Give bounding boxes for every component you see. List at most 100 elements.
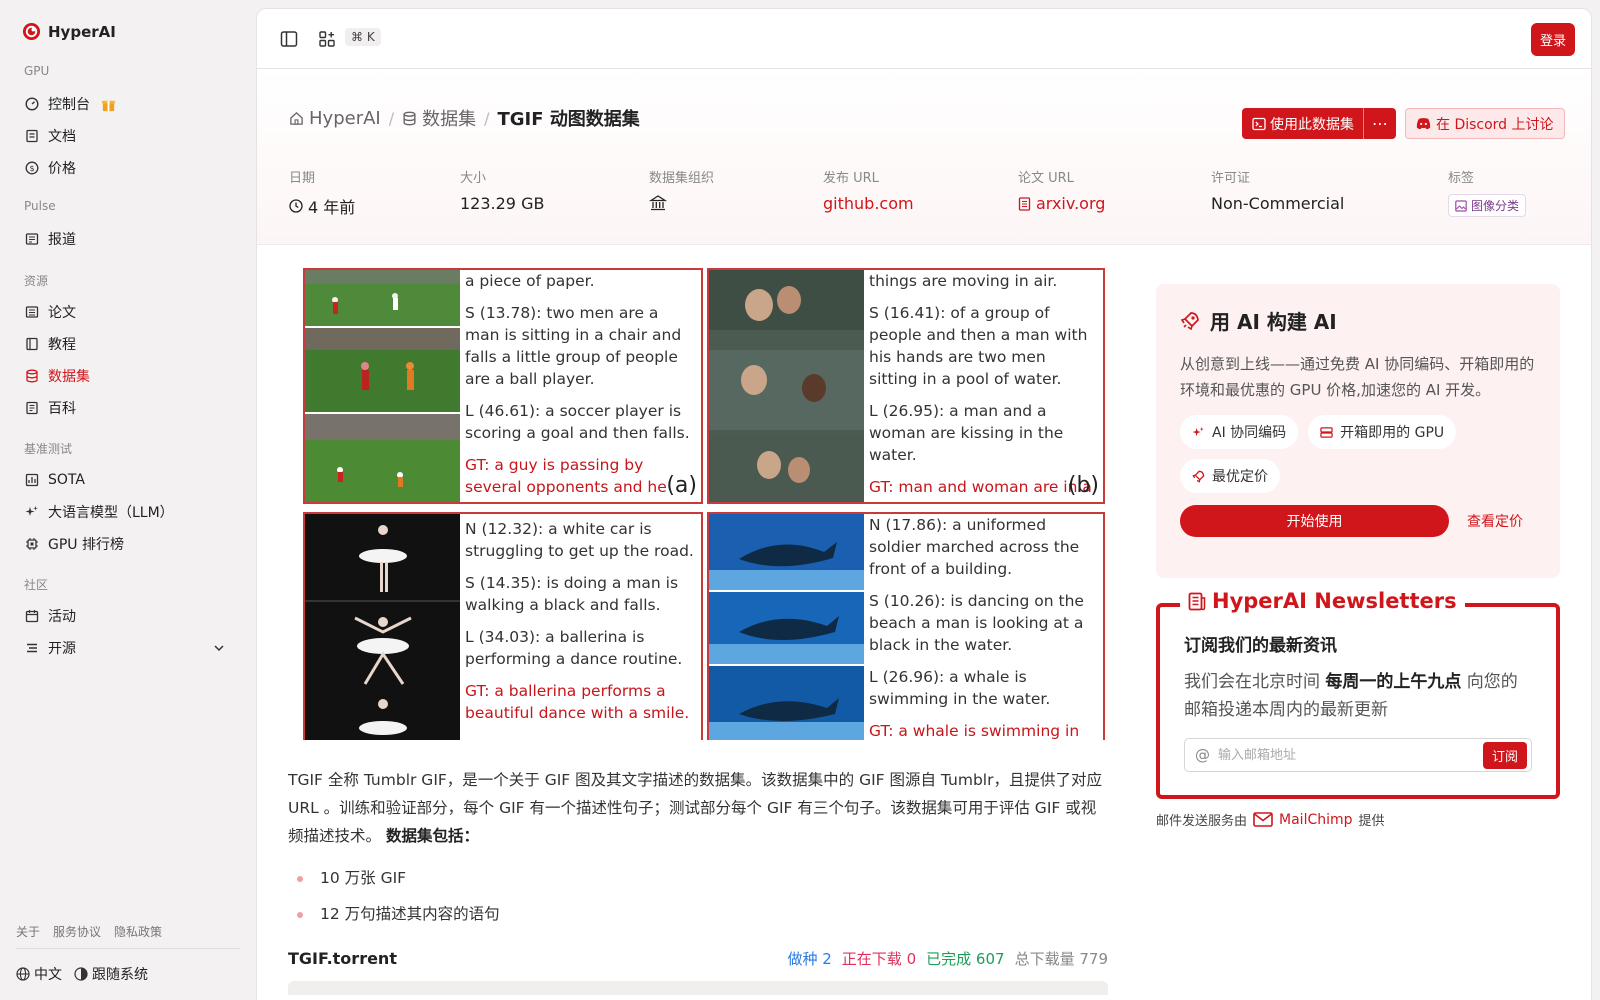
meta-organization: 数据集组织 bbox=[649, 167, 714, 212]
dataset-header: HyperAI / 数据集 / TGIF 动图数据集 使用此数据集 ⋯ 在 Di… bbox=[257, 69, 1591, 245]
login-button[interactable]: 登录 bbox=[1530, 23, 1575, 56]
ai-feature-chips: AI 协同编码 开箱即用的 GPU 最优定价 bbox=[1180, 415, 1520, 493]
sidebar-item-docs[interactable]: 文档 bbox=[16, 122, 238, 150]
mailchimp-pre: 邮件发送服务由 bbox=[1156, 814, 1248, 829]
use-dataset-label: 使用此数据集 bbox=[1270, 116, 1354, 133]
price-icon: $ bbox=[25, 161, 39, 175]
discord-label: 在 Discord 上讨论 bbox=[1436, 116, 1554, 133]
language-switch[interactable]: 中文 bbox=[16, 964, 62, 984]
sidebar-item-tutorials[interactable]: 教程 bbox=[16, 330, 238, 358]
nav-section-benchmarks: 基准测试 bbox=[24, 442, 73, 456]
sidebar-item-console[interactable]: 控制台 bbox=[16, 90, 238, 118]
brand[interactable]: HyperAI bbox=[22, 22, 116, 41]
soccer-frames bbox=[305, 270, 460, 502]
sidebar-item-label: 活动 bbox=[48, 609, 76, 625]
view-pricing-link[interactable]: 查看定价 bbox=[1467, 511, 1523, 531]
database-icon bbox=[26, 369, 38, 383]
caption-line: S (14.35): is doing a man is walking a b… bbox=[465, 574, 679, 614]
meta-paper-url-label: 论文 URL bbox=[1018, 171, 1074, 186]
sidebar-item-label: GPU 排行榜 bbox=[48, 537, 124, 553]
list-item: 12 万句描述其内容的语句 bbox=[288, 900, 1108, 936]
sidebar-toggle-icon[interactable] bbox=[279, 29, 299, 49]
sidebar-item-events[interactable]: 活动 bbox=[16, 602, 238, 630]
start-button[interactable]: 开始使用 bbox=[1180, 505, 1449, 537]
feature-chip-label: AI 协同编码 bbox=[1212, 425, 1287, 441]
newsletter-text-pre: 我们会在北京时间 bbox=[1184, 672, 1326, 692]
panel-a-text: a piece of paper. S (13.78): two men are… bbox=[465, 270, 697, 502]
breadcrumb-home[interactable]: HyperAI bbox=[289, 108, 381, 129]
wiki-icon bbox=[26, 401, 38, 415]
breadcrumb-datasets[interactable]: 数据集 bbox=[402, 105, 476, 131]
dashboard-icon bbox=[25, 97, 39, 111]
caption-gt-line: GT: a guy is passing by several opponent… bbox=[465, 456, 667, 502]
email-input[interactable] bbox=[1218, 747, 1475, 763]
caption-line: L (26.96): a whale is swimming in the wa… bbox=[869, 668, 1051, 708]
caption-line: L (26.95): a man and a woman are kissing… bbox=[869, 402, 1064, 464]
release-url-link[interactable]: github.com bbox=[823, 194, 914, 213]
feature-chip: AI 协同编码 bbox=[1180, 415, 1299, 449]
torrent-name[interactable]: TGIF.torrent bbox=[288, 949, 397, 968]
panel-label: (b) bbox=[1067, 473, 1099, 498]
theme-label: 跟随系统 bbox=[92, 967, 148, 983]
tag-chip[interactable]: 图像分类 bbox=[1448, 194, 1527, 217]
sidebar-item-wiki[interactable]: 百科 bbox=[16, 394, 238, 422]
sparkle-icon bbox=[1192, 426, 1204, 436]
sidebar-item-papers[interactable]: 论文 bbox=[16, 298, 238, 326]
sidebar-item-label: 百科 bbox=[48, 401, 76, 417]
ai-card-description: 从创意到上线——通过免费 AI 协同编码、开箱即用的环境和最优惠的 GPU 价格… bbox=[1180, 355, 1535, 399]
list-icon bbox=[27, 643, 37, 653]
globe-icon bbox=[16, 967, 30, 981]
search-shortcut[interactable]: ⌘ K bbox=[345, 28, 381, 46]
sparkle-icon bbox=[25, 506, 38, 516]
apps-icon[interactable] bbox=[317, 29, 337, 49]
sidebar-item-label: 文档 bbox=[48, 129, 76, 145]
figure-panel-d: N (17.86): a uniformed soldier marched a… bbox=[707, 512, 1105, 740]
page-title: TGIF 动图数据集 bbox=[497, 109, 640, 130]
done-count: 607 bbox=[975, 950, 1005, 968]
sidebar-item-gpu-leaderboard[interactable]: GPU 排行榜 bbox=[16, 530, 238, 558]
rocket-icon bbox=[1180, 311, 1199, 330]
chevron-down-icon[interactable] bbox=[212, 641, 226, 655]
breadcrumb-separator: / bbox=[484, 108, 490, 128]
subscribe-button[interactable]: 订阅 bbox=[1482, 741, 1527, 769]
sidebar-item-datasets[interactable]: 数据集 bbox=[16, 362, 238, 390]
dataset-contents-list: 10 万张 GIF 12 万句描述其内容的语句 bbox=[288, 864, 1108, 936]
lake-frames bbox=[709, 270, 864, 502]
torrent-stats: 做种 2 正在下载 0 已完成 607 总下载量 779 bbox=[787, 948, 1108, 969]
meta-license-label: 许可证 bbox=[1211, 171, 1251, 186]
sidebar-item-news[interactable]: 报道 bbox=[16, 225, 238, 253]
nav-section-community: 社区 bbox=[24, 578, 49, 592]
sidebar-item-sota[interactable]: SOTA bbox=[16, 466, 238, 494]
institution-icon bbox=[649, 195, 667, 211]
sidebar-bottom: 中文 跟随系统 bbox=[16, 964, 148, 984]
whale-image bbox=[709, 514, 864, 740]
sidebar-item-pricing[interactable]: $ 价格 bbox=[16, 154, 238, 182]
discord-discuss-button[interactable]: 在 Discord 上讨论 bbox=[1405, 108, 1565, 139]
meta-date-label: 日期 bbox=[289, 171, 316, 186]
sidebar-item-open-source[interactable]: 开源 bbox=[16, 634, 238, 662]
chart-icon bbox=[25, 473, 39, 487]
privacy-link[interactable]: 隐私政策 bbox=[114, 923, 162, 940]
panel-c-text: N (12.32): a white car is struggling to … bbox=[465, 518, 697, 734]
sidebar-item-label: 开源 bbox=[48, 641, 76, 657]
terms-link[interactable]: 服务协议 bbox=[53, 923, 101, 940]
brand-name: HyperAI bbox=[48, 22, 116, 41]
sidebar-item-label: 价格 bbox=[48, 161, 76, 177]
panel-d-text: N (17.86): a uniformed soldier marched a… bbox=[869, 514, 1099, 740]
paper-url-link[interactable]: arxiv.org bbox=[1018, 194, 1105, 213]
more-options-button[interactable]: ⋯ bbox=[1363, 108, 1396, 139]
mailchimp-link[interactable]: MailChimp bbox=[1279, 812, 1353, 828]
meta-tags-label: 标签 bbox=[1448, 171, 1475, 186]
soccer-image bbox=[305, 270, 460, 502]
caption-gt-line: GT: man and woman are in a lake and hugg… bbox=[869, 478, 1095, 502]
language-label: 中文 bbox=[34, 967, 62, 983]
caption-line: a piece of paper. bbox=[465, 272, 595, 290]
nav-section-gpu: GPU bbox=[24, 64, 50, 78]
sidebar-item-llm[interactable]: 大语言模型（LLM） bbox=[16, 498, 238, 526]
theme-switch[interactable]: 跟随系统 bbox=[74, 964, 148, 984]
about-link[interactable]: 关于 bbox=[16, 923, 40, 940]
hyperai-logo-icon bbox=[22, 22, 41, 41]
file-icon bbox=[1018, 196, 1031, 211]
use-dataset-button[interactable]: 使用此数据集 bbox=[1242, 108, 1364, 139]
caption-line: L (46.61): a soccer player is scoring a … bbox=[465, 402, 690, 442]
